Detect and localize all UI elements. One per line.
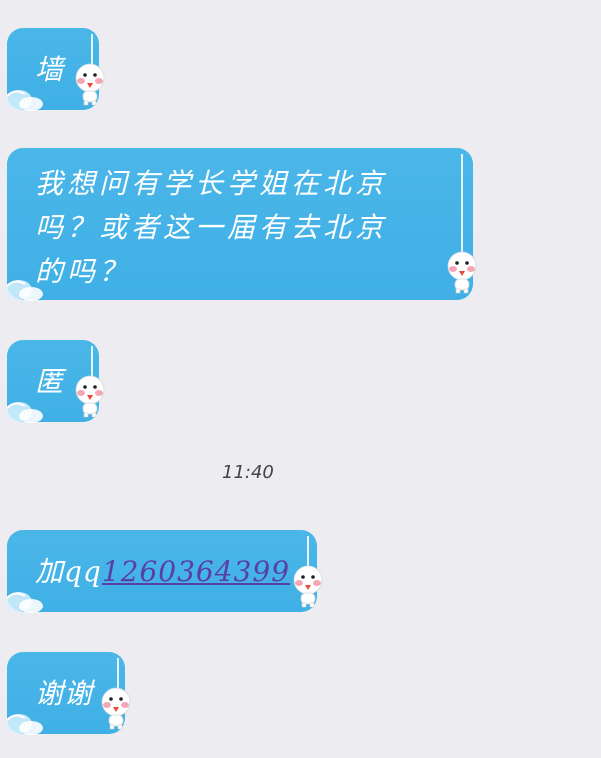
message-bubble[interactable]: 匿 [6,340,105,423]
message-row: 我想问有学长学姐在北京吗？或者这一届有去北京的吗？ [6,148,477,301]
snow-doll-icon [75,375,105,418]
message-row: 墙 [6,28,105,111]
message-text: 我想问有学长学姐在北京吗？或者这一届有去北京的吗？ [35,167,388,288]
message-row: 加qq1260364399 [6,530,323,613]
snow-doll-icon [75,63,105,106]
qq-number-link[interactable]: 1260364399 [102,555,290,588]
snow-doll-icon [101,687,131,730]
snow-doll-icon [447,251,477,294]
message-row: 匿 [6,340,105,423]
message-row: 谢谢 [6,652,131,735]
message-bubble[interactable]: 我想问有学长学姐在北京吗？或者这一届有去北京的吗？ [6,148,477,301]
string-decoration [461,154,463,258]
snow-doll-icon [293,565,323,608]
message-bubble[interactable]: 墙 [6,28,105,111]
message-prefix: 加qq [35,555,102,588]
message-text: 加qq1260364399 [35,550,317,594]
message-bubble[interactable]: 加qq1260364399 [6,530,323,613]
timestamp: 11:40 [222,462,274,483]
message-bubble[interactable]: 谢谢 [6,652,131,735]
